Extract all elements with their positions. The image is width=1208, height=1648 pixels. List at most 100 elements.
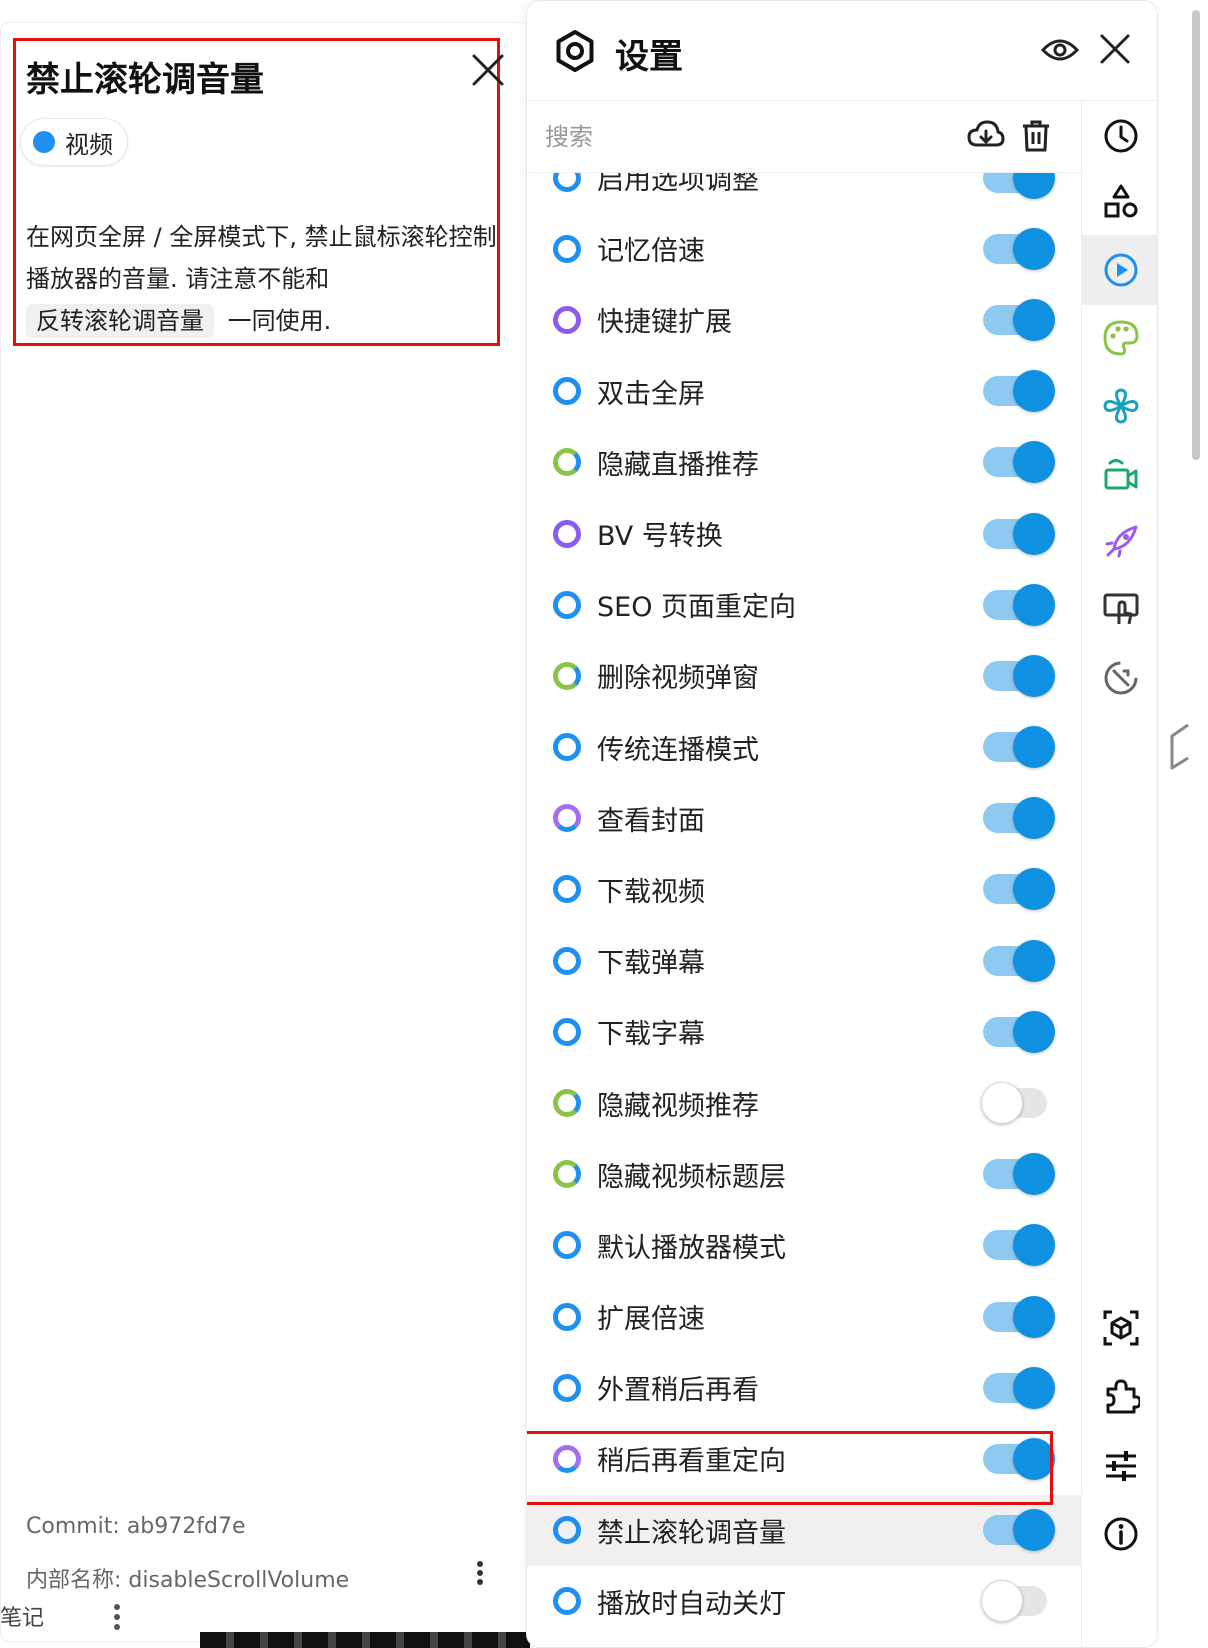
feature-row[interactable]: 扩展倍速 [527, 1281, 1081, 1352]
feature-toggle[interactable] [983, 1366, 1055, 1409]
feature-status-ring-icon [553, 234, 581, 263]
rail-button-tools[interactable] [1082, 643, 1157, 713]
toggle-knob [1013, 1509, 1055, 1552]
toggle-knob [1013, 868, 1055, 911]
feature-toggle[interactable] [983, 370, 1055, 413]
feature-status-ring-icon [553, 875, 581, 904]
feature-row[interactable]: 下载视频 [527, 854, 1081, 925]
tools-icon [1104, 661, 1138, 695]
feature-row[interactable]: 外置稍后再看 [527, 1352, 1081, 1423]
feature-toggle[interactable] [981, 1580, 1047, 1623]
feature-row[interactable]: BV 号转换 [527, 498, 1081, 569]
feature-row[interactable]: 隐藏直播推荐 [527, 427, 1081, 498]
feature-status-ring-icon [553, 1231, 581, 1260]
rail-button-about[interactable] [1082, 1499, 1157, 1569]
related-feature-chip[interactable]: 反转滚轮调音量 [26, 304, 214, 338]
toggle-knob [1013, 797, 1055, 840]
toggle-knob [1013, 939, 1055, 982]
cloud-download-icon[interactable] [967, 119, 1005, 153]
rail-button-settings[interactable] [1082, 1431, 1157, 1501]
rail-button-touch[interactable] [1082, 575, 1157, 645]
category-tag[interactable]: 视频 [20, 118, 128, 166]
rail-button-clock[interactable] [1082, 101, 1157, 171]
feature-label: 扩展倍速 [597, 1304, 705, 1336]
feature-label: 双击全屏 [597, 378, 705, 410]
eye-icon[interactable] [1041, 35, 1079, 65]
feature-row[interactable]: 默认播放器模式 [527, 1210, 1081, 1281]
feature-toggle[interactable] [981, 1082, 1047, 1125]
feature-list: 启用选项调整 记忆倍速 快捷键扩展 双击全屏 隐藏直播推荐 BV 号转换 SEO 页面重定向… [527, 142, 1081, 1637]
feature-row[interactable]: 记忆倍速 [527, 213, 1081, 284]
side-panel-handle-icon[interactable] [1166, 722, 1192, 772]
toggle-knob [1013, 370, 1055, 413]
feature-label: 播放时自动关灯 [597, 1588, 786, 1620]
feature-toggle[interactable] [983, 1224, 1055, 1267]
more-options-button[interactable] [472, 1558, 488, 1592]
background-partial-text [200, 1632, 530, 1648]
feature-row[interactable]: 隐藏视频标题层 [527, 1139, 1081, 1210]
feature-toggle[interactable] [983, 654, 1055, 697]
feature-row[interactable]: 禁止滚轮调音量 [527, 1494, 1081, 1566]
feature-toggle[interactable] [983, 298, 1055, 341]
rail-button-rocket[interactable] [1082, 507, 1157, 577]
feature-row[interactable]: 下载字幕 [527, 996, 1081, 1067]
toggle-knob [1013, 654, 1055, 697]
settings-close-icon[interactable] [1099, 33, 1131, 65]
category-dot-icon [33, 131, 55, 153]
feature-row[interactable]: 删除视频弹窗 [527, 640, 1081, 711]
rail-button-video[interactable] [1082, 235, 1157, 305]
feature-row[interactable]: 双击全屏 [527, 356, 1081, 427]
feature-toggle[interactable] [983, 1437, 1055, 1480]
toggle-knob [1013, 1224, 1055, 1267]
feature-row[interactable]: 稍后再看重定向 [527, 1423, 1081, 1494]
feature-list-area: 启用选项调整 记忆倍速 快捷键扩展 双击全屏 隐藏直播推荐 BV 号转换 SEO 页面重定向… [527, 101, 1081, 1647]
info-icon [1104, 1517, 1138, 1551]
toggle-knob [981, 1082, 1023, 1125]
toggle-knob [981, 1580, 1023, 1623]
rail-button-shapes[interactable] [1082, 167, 1157, 237]
trash-icon[interactable] [1021, 119, 1051, 153]
rail-button-style[interactable] [1082, 303, 1157, 373]
page-scrollbar[interactable] [1192, 10, 1200, 460]
toggle-knob [1013, 1437, 1055, 1480]
toggle-knob [1013, 298, 1055, 341]
background-note-text: 笔记 [0, 1606, 45, 1631]
feature-status-ring-icon [553, 1587, 581, 1616]
cube-scan-icon [1103, 1310, 1139, 1346]
feature-row[interactable]: 快捷键扩展 [527, 284, 1081, 355]
feature-toggle[interactable] [983, 1295, 1055, 1338]
feature-label: 禁止滚轮调音量 [597, 1517, 786, 1549]
feature-toggle[interactable] [983, 441, 1055, 484]
toggle-knob [1013, 583, 1055, 626]
search-input[interactable] [545, 117, 925, 157]
rail-button-plugins[interactable] [1082, 1361, 1157, 1431]
toggle-knob [1013, 441, 1055, 484]
feature-toggle[interactable] [983, 227, 1055, 270]
sliders-icon [1106, 1451, 1136, 1481]
rail-button-pinwheel[interactable] [1082, 371, 1157, 441]
feature-row[interactable]: 查看封面 [527, 783, 1081, 854]
feature-label: 默认播放器模式 [597, 1232, 786, 1264]
feature-toggle[interactable] [983, 512, 1055, 555]
feature-row[interactable]: SEO 页面重定向 [527, 569, 1081, 640]
feature-toggle[interactable] [983, 1509, 1055, 1552]
feature-label: 稍后再看重定向 [597, 1446, 786, 1478]
feature-toggle[interactable] [983, 583, 1055, 626]
rail-button-live[interactable] [1082, 439, 1157, 509]
feature-row[interactable]: 传统连播模式 [527, 712, 1081, 783]
close-icon[interactable] [470, 52, 506, 88]
feature-status-ring-icon [553, 661, 581, 690]
rail-button-cube[interactable] [1082, 1293, 1157, 1363]
feature-row[interactable]: 播放时自动关灯 [527, 1566, 1081, 1637]
feature-toggle[interactable] [983, 868, 1055, 911]
category-tag-label: 视频 [65, 130, 113, 159]
feature-toggle[interactable] [983, 726, 1055, 769]
feature-row[interactable]: 下载弹幕 [527, 925, 1081, 996]
feature-toggle[interactable] [983, 1010, 1055, 1053]
feature-toggle[interactable] [983, 797, 1055, 840]
feature-status-ring-icon [553, 1160, 581, 1189]
feature-toggle[interactable] [983, 939, 1055, 982]
feature-row[interactable]: 隐藏视频推荐 [527, 1067, 1081, 1138]
feature-toggle[interactable] [983, 1153, 1055, 1196]
feature-label: 外置稍后再看 [597, 1375, 759, 1407]
